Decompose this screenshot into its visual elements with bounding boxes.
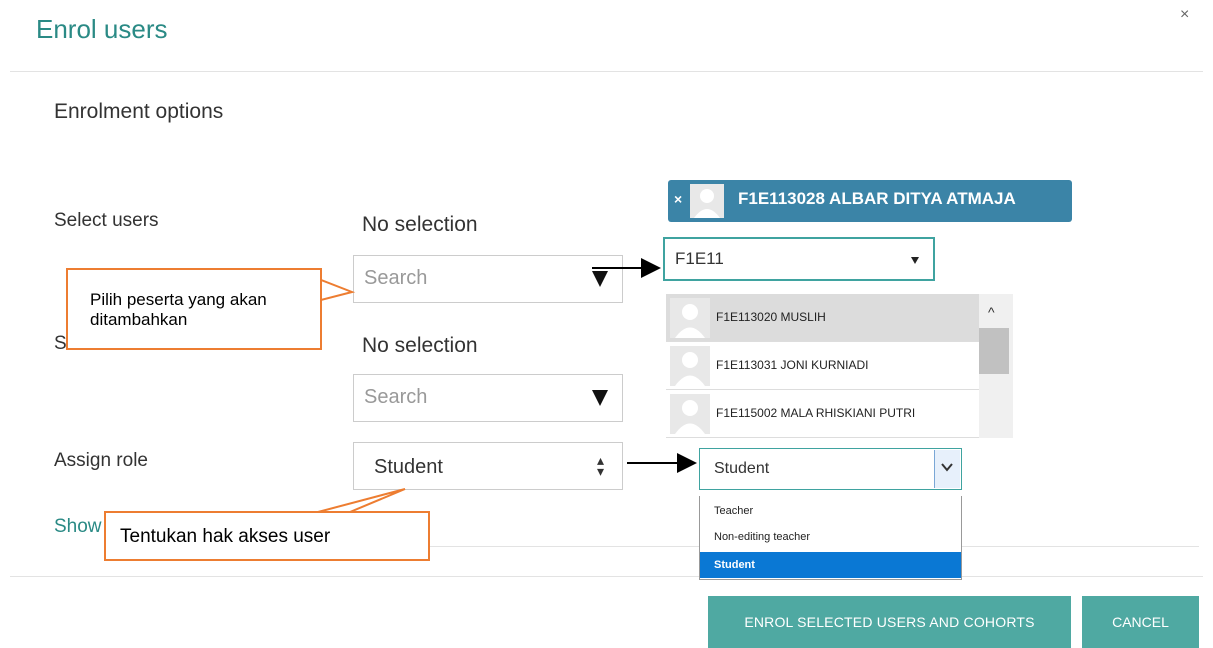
callout-text: Tentukan hak akses user (120, 526, 331, 547)
callout-pointer (317, 488, 406, 513)
callout-text: Pilih peserta yang akan ditambahkan (90, 290, 267, 329)
enrol-button[interactable]: ENROL SELECTED USERS AND COHORTS (708, 596, 1071, 648)
callout-role: Tentukan hak akses user (104, 511, 430, 561)
callout-pointer (320, 278, 356, 302)
cancel-button[interactable]: CANCEL (1082, 596, 1199, 648)
callout-users: Pilih peserta yang akan ditambahkan (66, 268, 322, 350)
